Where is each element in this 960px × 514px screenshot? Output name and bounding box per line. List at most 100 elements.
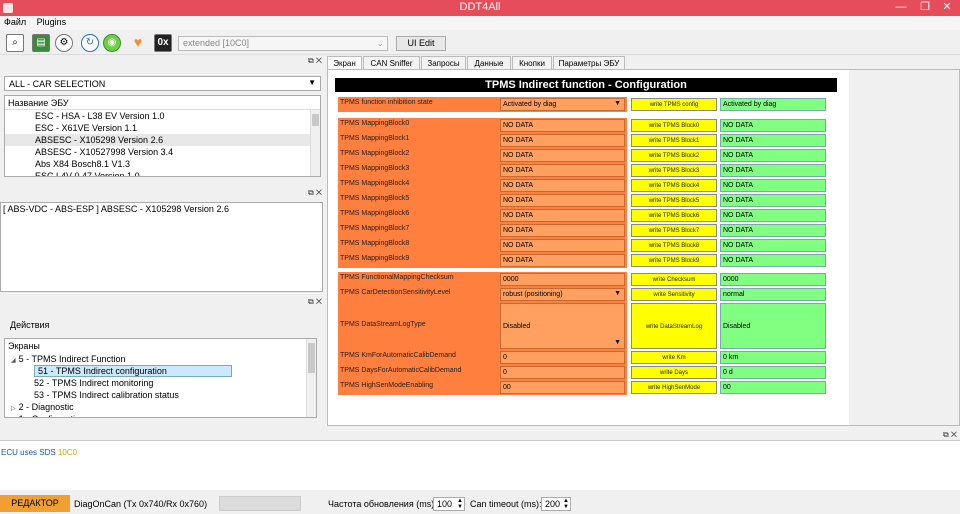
expand-icon[interactable]: ▷ bbox=[11, 406, 16, 412]
field-value[interactable]: robust (positioning) ▼ bbox=[500, 288, 625, 301]
write-button[interactable]: write TPMS Block5 bbox=[631, 194, 717, 207]
collapse-icon[interactable]: ◢ bbox=[11, 358, 16, 364]
ecu-list-item[interactable]: ESC - X61VE Version 1.1 bbox=[5, 122, 320, 134]
write-button[interactable]: write TPMS Block1 bbox=[631, 134, 717, 147]
result-value: NO DATA bbox=[720, 119, 826, 132]
refresh-icon[interactable]: ↻ bbox=[81, 34, 99, 52]
hex-icon[interactable]: 0x bbox=[154, 34, 172, 52]
bus-icon[interactable]: ⚙ bbox=[55, 34, 73, 52]
tree-item[interactable]: 51 - TPMS Indirect configuration bbox=[5, 365, 316, 377]
tab-2[interactable]: Запросы bbox=[421, 56, 466, 70]
write-button[interactable]: write Km bbox=[631, 351, 717, 364]
write-button[interactable]: write TPMS Block0 bbox=[631, 119, 717, 132]
tree-item[interactable]: ▷ 2 - Diagnostic bbox=[5, 401, 316, 413]
field-value[interactable]: 0 bbox=[500, 366, 625, 379]
refresh-spinbox[interactable]: 100 ▲ ▼ bbox=[433, 497, 465, 511]
tab-3[interactable]: Данные bbox=[467, 56, 511, 70]
write-button[interactable]: write Sensitivity bbox=[631, 288, 717, 301]
write-button[interactable]: write TPMS Block4 bbox=[631, 179, 717, 192]
tree-item[interactable]: ◢ 5 - TPMS Indirect Function bbox=[5, 353, 316, 365]
connect-icon[interactable]: ◉ bbox=[103, 34, 121, 52]
write-button[interactable]: write TPMS Block8 bbox=[631, 239, 717, 252]
refresh-value: 100 bbox=[437, 499, 453, 509]
field-label: TPMS MappingBlock9 bbox=[340, 255, 410, 262]
field-value-text: NO DATA bbox=[503, 227, 534, 234]
field-value[interactable]: NO DATA bbox=[500, 134, 625, 147]
tree-item[interactable]: 52 - TPMS Indirect monitoring bbox=[5, 377, 316, 389]
field-value[interactable]: 00 bbox=[500, 381, 625, 394]
ui-edit-button[interactable]: UI Edit bbox=[396, 36, 446, 51]
dock-buttons[interactable]: ⧉ ✕ bbox=[308, 188, 322, 198]
field-value-text: Activated by diag bbox=[503, 101, 557, 108]
field-value[interactable]: NO DATA bbox=[500, 119, 625, 132]
tab-4[interactable]: Кнопки bbox=[512, 56, 552, 70]
write-button[interactable]: write TPMS Block2 bbox=[631, 149, 717, 162]
write-button[interactable]: write Days bbox=[631, 366, 717, 379]
scan-icon[interactable]: ⌕ bbox=[6, 34, 24, 52]
write-button[interactable]: write TPMS config bbox=[631, 98, 717, 111]
field-value[interactable]: NO DATA bbox=[500, 239, 625, 252]
write-button[interactable]: write Checksum bbox=[631, 273, 717, 286]
maximize-button[interactable]: ❐ bbox=[914, 0, 936, 16]
spin-arrows-icon: ▲ ▼ bbox=[457, 498, 463, 510]
mode-badge[interactable]: РЕДАКТОР bbox=[0, 495, 70, 512]
tree-item-label: 1 - Configuration bbox=[19, 414, 86, 417]
tree-item[interactable]: 53 - TPMS Indirect calibration status bbox=[5, 389, 316, 401]
field-value[interactable]: Disabled ▼ bbox=[500, 303, 625, 349]
tree-item[interactable]: ▷1 - Configuration bbox=[5, 413, 316, 417]
ecu-list-scrollbar[interactable] bbox=[310, 110, 320, 176]
menu-plugins[interactable]: Plugins bbox=[33, 16, 71, 28]
menu-file[interactable]: Файл bbox=[0, 16, 30, 28]
selected-ecu-text[interactable]: [ ABS-VDC - ABS-ESP ] ABSESC - X105298 V… bbox=[1, 203, 322, 215]
ecu-list-item[interactable]: ESC - HSA - L38 EV Version 1.0 bbox=[5, 110, 320, 122]
write-button[interactable]: write TPMS Block9 bbox=[631, 254, 717, 267]
field-value[interactable]: NO DATA bbox=[500, 149, 625, 162]
chevron-down-icon: ▼ bbox=[308, 78, 316, 87]
ecu-list-item[interactable]: ABSESC - X10527998 Version 3.4 bbox=[5, 146, 320, 158]
ecu-list-item[interactable]: ESC L4V 0.47 Version 1.0 bbox=[5, 170, 320, 176]
dock-buttons[interactable]: ⧉ ✕ bbox=[308, 56, 322, 66]
title-bar: DDT4All — ❐ ✕ bbox=[0, 0, 960, 16]
write-button[interactable]: write HighSenMode bbox=[631, 381, 717, 394]
close-button[interactable]: ✕ bbox=[936, 0, 958, 16]
ecu-icon[interactable]: ▤ bbox=[32, 34, 50, 52]
screens-tree: Экраны ◢ 5 - TPMS Indirect Function 51 - T… bbox=[4, 338, 317, 418]
dock-buttons[interactable]: ⧉ ✕ bbox=[308, 297, 322, 307]
field-value[interactable]: 0 bbox=[500, 351, 625, 364]
field-value[interactable]: NO DATA bbox=[500, 164, 625, 177]
write-button[interactable]: write TPMS Block3 bbox=[631, 164, 717, 177]
result-value: NO DATA bbox=[720, 179, 826, 192]
field-value[interactable]: NO DATA bbox=[500, 194, 625, 207]
field-label: TPMS CarDetectionSensitivityLevel bbox=[340, 289, 451, 296]
ecu-list-item[interactable]: ABSESC - X105298 Version 2.6 bbox=[5, 134, 320, 146]
field-value[interactable]: Activated by diag ▼ bbox=[500, 98, 625, 111]
field-value-text: NO DATA bbox=[503, 167, 534, 174]
minimize-button[interactable]: — bbox=[890, 0, 912, 16]
car-selection-combo[interactable]: ALL - CAR SELECTION ▼ bbox=[4, 76, 321, 91]
write-button[interactable]: write DataStreamLog bbox=[631, 303, 717, 349]
field-value[interactable]: NO DATA bbox=[500, 209, 625, 222]
field-value[interactable]: NO DATA bbox=[500, 179, 625, 192]
field-value[interactable]: NO DATA bbox=[500, 254, 625, 267]
screen-margin bbox=[849, 70, 959, 425]
field-value[interactable]: NO DATA bbox=[500, 224, 625, 237]
tab-5[interactable]: Параметры ЭБУ bbox=[553, 56, 625, 70]
tree-scrollbar[interactable] bbox=[306, 339, 316, 417]
write-button[interactable]: write TPMS Block6 bbox=[631, 209, 717, 222]
result-value: 0 km bbox=[720, 351, 826, 364]
dock-header-selected: ⧉ ✕ bbox=[0, 188, 325, 200]
timeout-spinbox[interactable]: 200 ▲ ▼ bbox=[541, 497, 571, 511]
dock-header-actions: ⧉ ✕ bbox=[0, 297, 325, 309]
field-value-text: 0 bbox=[503, 369, 507, 376]
field-label: TPMS MappingBlock1 bbox=[340, 135, 410, 142]
ecu-list-item[interactable]: Abs X84 Bosch8.1 V1.3 bbox=[5, 158, 320, 170]
write-button[interactable]: write TPMS Block7 bbox=[631, 224, 717, 237]
chevron-down-icon: ▼ bbox=[614, 339, 621, 346]
field-value[interactable]: 0000 bbox=[500, 273, 625, 286]
heart-icon[interactable]: ♥ bbox=[129, 34, 147, 52]
tab-1[interactable]: CAN Sniffer bbox=[363, 56, 420, 70]
ecu-mode-select[interactable]: extended [10C0] ⌄ bbox=[178, 36, 388, 51]
result-value: NO DATA bbox=[720, 209, 826, 222]
field-label: TPMS function inhibition state bbox=[340, 99, 433, 106]
dock-buttons[interactable]: ⧉ ✕ bbox=[943, 430, 957, 440]
